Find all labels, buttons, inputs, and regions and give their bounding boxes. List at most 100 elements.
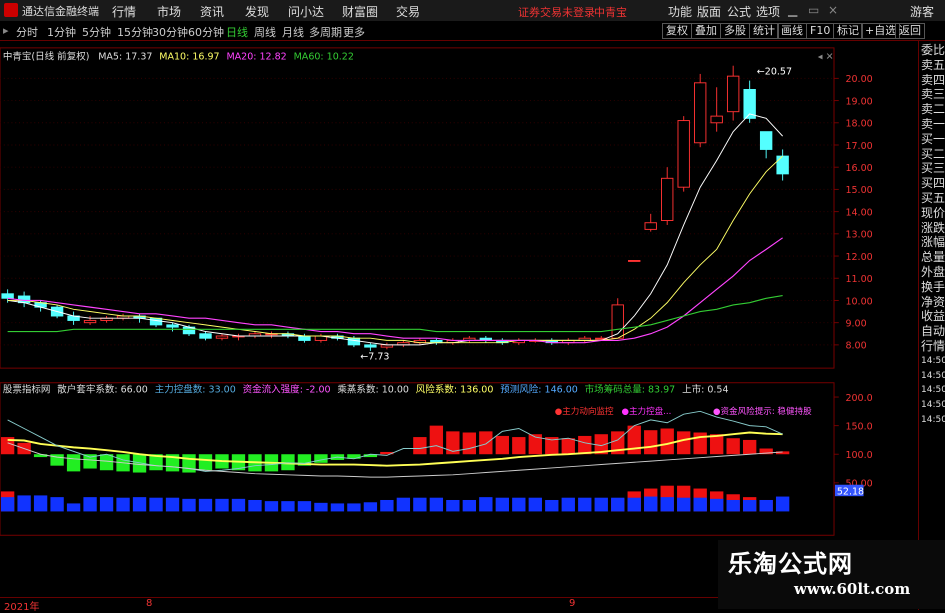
menu-hangqing[interactable]: 行情 bbox=[112, 3, 136, 20]
sidebar-item[interactable]: 涨跌 bbox=[921, 222, 945, 234]
menu-zixun[interactable]: 资讯 bbox=[200, 3, 224, 20]
sidebar-item[interactable]: 卖二 bbox=[921, 103, 945, 115]
watermark: 乐淘公式网 www.60lt.com bbox=[718, 540, 945, 609]
period-monthly[interactable]: 月线 bbox=[282, 24, 304, 40]
menu-gongneng[interactable]: 功能 bbox=[668, 3, 692, 20]
indicator-blue-bar bbox=[33, 495, 48, 512]
indicator-chart[interactable]: 200.0150.0100.050.00 股票指标网 散户套牢系数: 66.00… bbox=[0, 379, 875, 539]
huaxian-button[interactable]: 画线 bbox=[777, 23, 807, 39]
indicator-blue-bar bbox=[215, 498, 229, 512]
indicator-blue-bar bbox=[264, 501, 279, 512]
sidebar-item[interactable]: 外盘 bbox=[921, 266, 945, 278]
indicator-histogram-bar bbox=[677, 431, 691, 455]
indicator-blue-bar bbox=[66, 503, 81, 512]
period-fenshi[interactable]: 分时 bbox=[16, 24, 38, 40]
sidebar-item[interactable]: 14:50 bbox=[921, 370, 945, 382]
sidebar-item[interactable]: 买五 bbox=[921, 192, 945, 204]
indicator-blue-bar bbox=[0, 497, 15, 512]
indicator-histogram-bar bbox=[66, 454, 81, 472]
period-weekly[interactable]: 周线 bbox=[254, 24, 276, 40]
period-5min[interactable]: 5分钟 bbox=[82, 24, 111, 40]
diejia-button[interactable]: 叠加 bbox=[691, 23, 721, 39]
sidebar-item[interactable]: 买三 bbox=[921, 162, 945, 174]
period-more[interactable]: 更多 bbox=[343, 24, 365, 40]
f10-button[interactable]: F10 bbox=[806, 23, 835, 39]
refresh-icon[interactable]: ▸ bbox=[3, 24, 9, 37]
price-tick-label: 14.00 bbox=[845, 207, 872, 218]
sidebar-item[interactable]: 换手 bbox=[921, 281, 945, 293]
window-min-icon[interactable]: ▁ bbox=[788, 3, 797, 17]
title-bar: 通达信金融终端 行情 市场 资讯 发现 问小达 财富圈 交易 证券交易未登录 中… bbox=[0, 0, 945, 22]
price-tick-label: 17.00 bbox=[845, 141, 872, 152]
sidebar-item[interactable]: 买一 bbox=[921, 133, 945, 145]
indicator-blue-bar bbox=[545, 499, 559, 512]
menu-wenxiaoda[interactable]: 问小达 bbox=[288, 3, 324, 20]
indicator-blue-bar bbox=[182, 498, 196, 512]
sidebar-item[interactable]: 收益 bbox=[921, 310, 945, 322]
candle-up bbox=[644, 222, 657, 230]
sidebar-item[interactable]: 总量 bbox=[921, 251, 945, 263]
sidebar-item[interactable]: 行情 bbox=[921, 340, 945, 352]
sidebar-item[interactable]: 买二 bbox=[921, 148, 945, 160]
price-tick-label: 13.00 bbox=[845, 230, 872, 241]
window-restore-icon[interactable]: ▭ bbox=[808, 3, 819, 17]
price-tick-label: 10.00 bbox=[845, 296, 872, 307]
candle-up bbox=[693, 82, 707, 144]
indicator-blue-bar bbox=[330, 503, 345, 512]
sidebar-item[interactable]: 卖五 bbox=[921, 59, 945, 71]
indicator-blue-bar bbox=[742, 499, 757, 512]
indicator-histogram-bar bbox=[644, 430, 658, 455]
fuquan-button[interactable]: 复权 bbox=[662, 23, 692, 39]
period-1min[interactable]: 1分钟 bbox=[47, 24, 76, 40]
sidebar-item[interactable]: 买四 bbox=[921, 177, 945, 189]
menu-faxian[interactable]: 发现 bbox=[245, 3, 269, 20]
sidebar-item[interactable]: 涨幅 bbox=[921, 236, 945, 248]
sidebar-item[interactable]: 卖三 bbox=[921, 88, 945, 100]
period-toolbar: ▸ 分时 1分钟 5分钟 15分钟 30分钟 60分钟 日线 周线 月线 多周期… bbox=[0, 21, 945, 41]
sidebar-item[interactable]: 卖四 bbox=[921, 74, 945, 86]
menu-xuanxiang[interactable]: 选项 bbox=[756, 3, 780, 20]
menu-shichang[interactable]: 市场 bbox=[157, 3, 181, 20]
kline-chart[interactable]: 20.00 19.00 18.00 17.00 16.00 15.00 14.00 13.00… bbox=[0, 40, 875, 376]
biaoji-button[interactable]: 标记 bbox=[833, 23, 863, 39]
sidebar-item[interactable]: 净资 bbox=[921, 296, 945, 308]
quote-sidebar: 委比卖五卖四卖三卖二卖一买一买二买三买四买五现价涨跌涨幅总量外盘换手净资收益自动… bbox=[918, 40, 945, 610]
period-15min[interactable]: 15分钟 bbox=[117, 24, 153, 40]
sidebar-item[interactable]: 14:50 bbox=[921, 399, 945, 411]
period-daily[interactable]: 日线 bbox=[226, 24, 248, 40]
period-30min[interactable]: 30分钟 bbox=[152, 24, 188, 40]
login-warning[interactable]: 证券交易未登录 bbox=[518, 4, 595, 20]
indicator-blue-bar bbox=[281, 501, 295, 512]
duogu-button[interactable]: 多股 bbox=[720, 23, 750, 39]
sidebar-item[interactable]: 现价 bbox=[921, 207, 945, 219]
candle-down bbox=[347, 337, 361, 346]
sidebar-item[interactable]: 自动 bbox=[921, 325, 945, 337]
sidebar-item[interactable]: 14:50 bbox=[921, 384, 945, 396]
sidebar-item[interactable]: 14:50 bbox=[921, 414, 945, 426]
date-month-2: 9 bbox=[569, 598, 576, 609]
tongji-button[interactable]: 统计 bbox=[749, 23, 779, 39]
back-button[interactable]: 返回 bbox=[895, 23, 925, 39]
menu-banmian[interactable]: 版面 bbox=[697, 3, 721, 20]
sidebar-item[interactable]: 卖一 bbox=[921, 118, 945, 130]
legend-main-flow: ●主力动向监控 bbox=[555, 405, 614, 417]
sidebar-item[interactable]: 14:50 bbox=[921, 355, 945, 367]
indicator-blue-bar bbox=[413, 497, 427, 512]
period-multi[interactable]: 多周期 bbox=[309, 24, 342, 40]
indicator-blue-bar bbox=[363, 502, 378, 512]
period-60min[interactable]: 60分钟 bbox=[188, 24, 224, 40]
menu-jiaoyi[interactable]: 交易 bbox=[396, 3, 420, 20]
sidebar-item[interactable]: 委比 bbox=[921, 44, 945, 56]
indicator-histogram-bar bbox=[693, 432, 707, 455]
window-close-icon[interactable]: × bbox=[828, 3, 838, 17]
indicator-blue-bar bbox=[611, 497, 625, 512]
indicator-tick-label: 100.0 bbox=[845, 450, 872, 461]
indicator-blue-bar bbox=[726, 499, 740, 512]
price-tick-label: 19.00 bbox=[845, 96, 872, 107]
menu-gongshi[interactable]: 公式 bbox=[727, 3, 751, 20]
guest-label[interactable]: 游客 bbox=[910, 3, 934, 20]
candle-up bbox=[215, 335, 229, 339]
indicator-blue-bar bbox=[462, 499, 477, 512]
menu-caifuquan[interactable]: 财富圈 bbox=[342, 3, 378, 20]
chart-nav-icon[interactable]: ◂ ✕ bbox=[818, 51, 834, 62]
